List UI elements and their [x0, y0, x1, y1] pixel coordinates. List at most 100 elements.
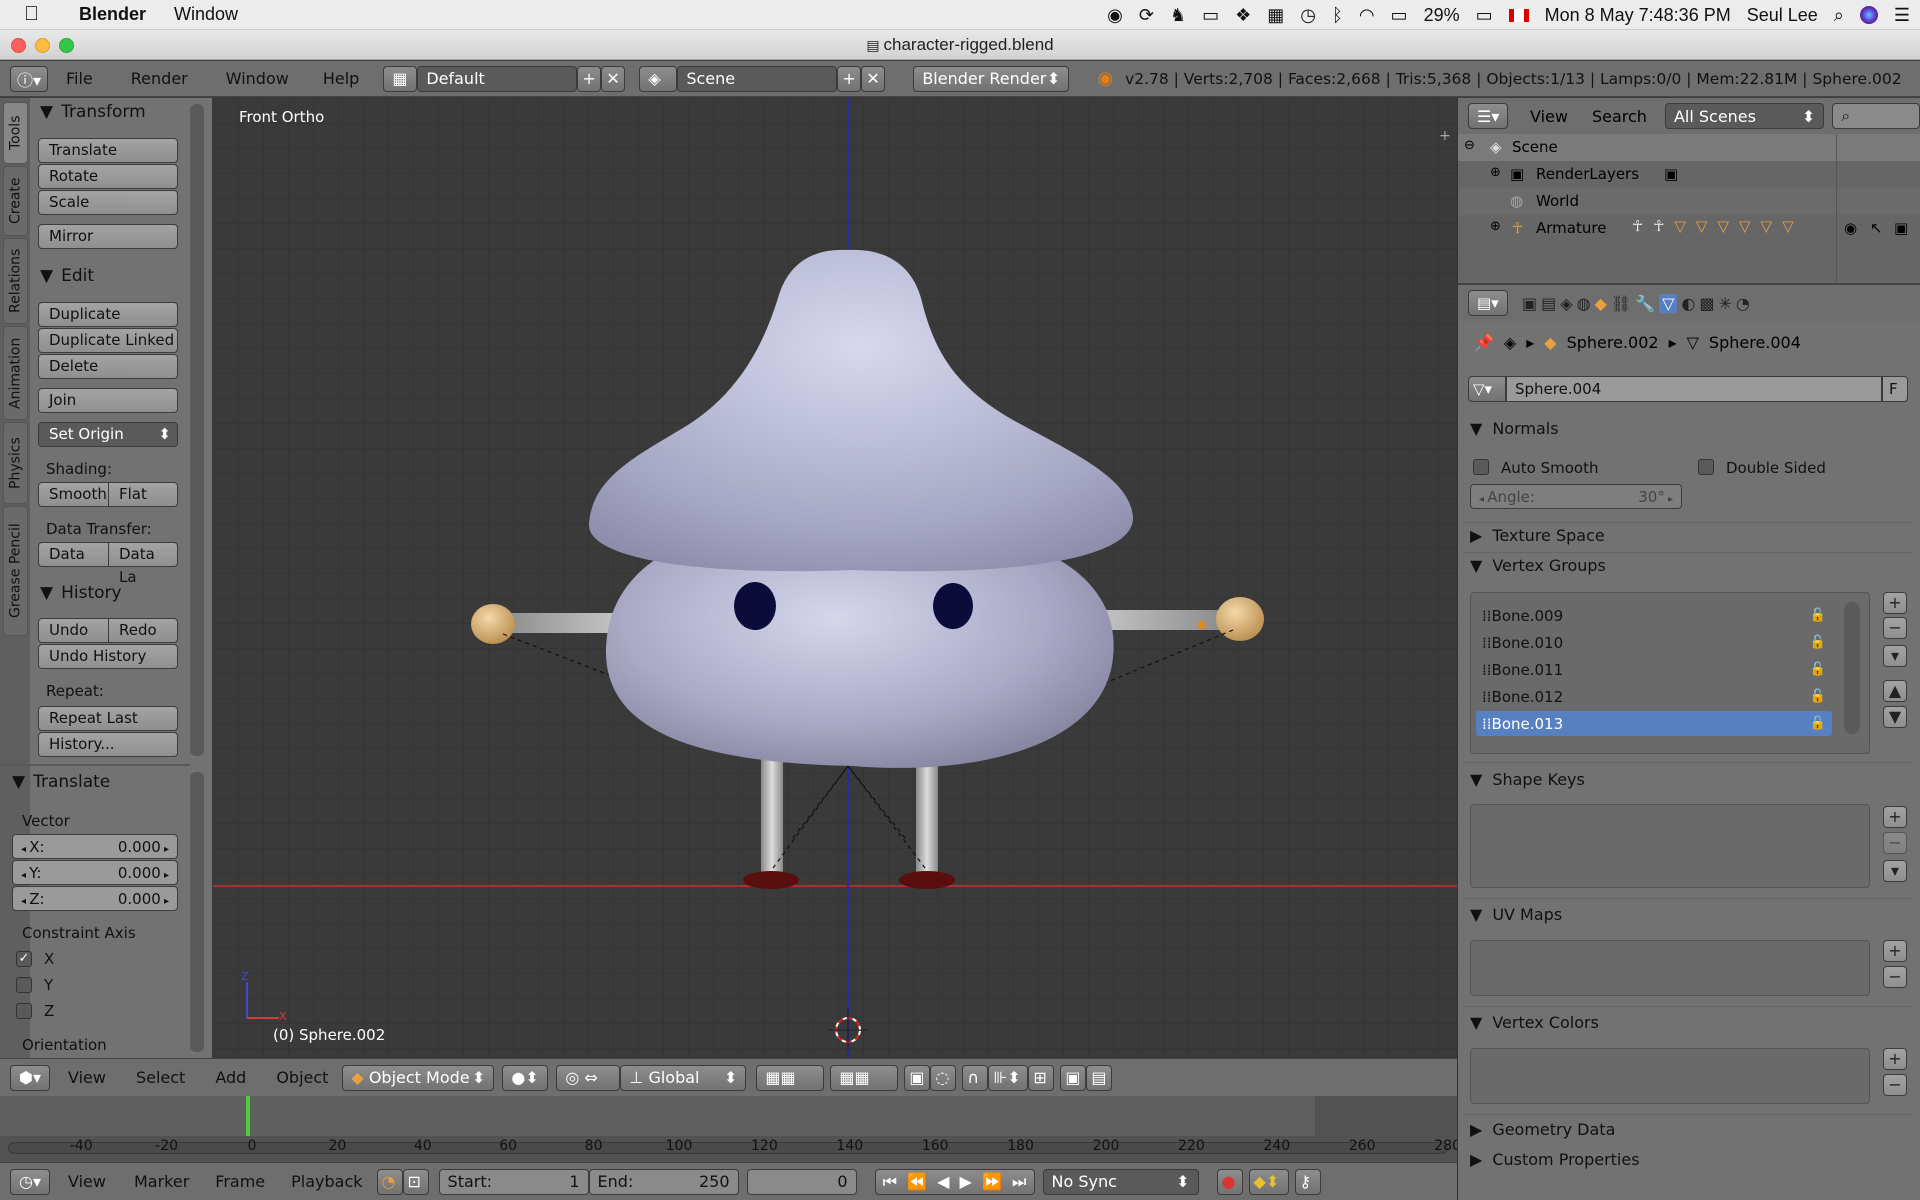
tab-physics[interactable]: Physics — [3, 422, 28, 504]
outliner-row-world[interactable]: ◍ World — [1458, 188, 1920, 215]
tl-menu-frame[interactable]: Frame — [215, 1172, 265, 1191]
fake-user-button[interactable]: F — [1882, 376, 1908, 402]
proportional-icon[interactable]: ◌ — [930, 1064, 957, 1091]
clock-icon[interactable]: ◔ — [376, 1168, 403, 1195]
move-up-button[interactable]: ▲ — [1883, 680, 1907, 702]
lock-icon[interactable]: ⊡ — [402, 1168, 429, 1195]
snap-target-icon[interactable]: ⊞ — [1028, 1064, 1055, 1091]
tl-menu-playback[interactable]: Playback — [291, 1172, 362, 1191]
timeline-scrollbar[interactable] — [8, 1142, 1448, 1154]
outliner-search-field[interactable]: ⌕ — [1832, 103, 1920, 129]
outliner-row-armature[interactable]: ⊕ ☥ Armature ☥☥▽▽▽▽▽▽ ◉ ↖ ▣ — [1458, 215, 1920, 242]
undo-button[interactable]: Undo — [38, 618, 110, 643]
mesh-datablock-selector[interactable]: ▽▾ Sphere.004 F — [1468, 376, 1908, 402]
outliner-row-renderlayers[interactable]: ⊕ ▣ RenderLayers ▣ — [1458, 161, 1920, 188]
vertex-group-row[interactable]: ⁞⁞ Bone.012 🔓 — [1476, 684, 1832, 709]
lock-icon[interactable]: 🔓 — [1810, 689, 1826, 704]
snap-icon[interactable]: ∩ — [962, 1064, 989, 1091]
duplicate-linked-button[interactable]: Duplicate Linked — [38, 328, 178, 353]
data-button[interactable]: Data — [38, 542, 110, 567]
menu-window[interactable]: Window — [226, 69, 289, 88]
history-panel-header[interactable]: ▼ History — [40, 583, 122, 603]
tl-menu-view[interactable]: View — [68, 1172, 106, 1191]
vertex-colors-panel-header[interactable]: ▼ Vertex Colors — [1470, 1013, 1599, 1032]
tab-relations[interactable]: Relations — [3, 238, 28, 324]
normals-panel-header[interactable]: ▼ Normals — [1470, 419, 1559, 438]
rotate-button[interactable]: Rotate — [38, 164, 178, 189]
undo-history-button[interactable]: Undo History — [38, 644, 178, 669]
particles-tab-icon[interactable]: ✳ — [1718, 294, 1731, 313]
vector-x-field[interactable]: ◂ X: 0.000 ▸ — [12, 834, 178, 859]
tab-grease-pencil[interactable]: Grease Pencil — [3, 506, 28, 636]
uv-maps-panel-header[interactable]: ▼ UV Maps — [1470, 905, 1562, 924]
bluetooth-icon[interactable]: ᛒ — [1332, 5, 1343, 26]
tab-animation[interactable]: Animation — [3, 326, 28, 420]
shape-keys-panel-header[interactable]: ▼ Shape Keys — [1470, 770, 1585, 789]
jump-end-icon[interactable]: ⏭ — [1012, 1172, 1026, 1192]
pin-icon[interactable]: 📌 — [1474, 333, 1494, 352]
remove-scene-button[interactable]: ✕ — [861, 65, 886, 92]
spotlight-icon[interactable]: ⌕ — [1834, 5, 1844, 26]
duplicate-button[interactable]: Duplicate — [38, 302, 178, 327]
minimize-window-button[interactable] — [35, 38, 50, 53]
screen-icon[interactable]: ▭ — [1202, 5, 1219, 26]
remove-vertex-group-button[interactable]: − — [1883, 617, 1907, 639]
menu-add[interactable]: Add — [215, 1068, 246, 1087]
jump-start-icon[interactable]: ⏮ — [883, 1172, 897, 1192]
outliner-filter-dropdown[interactable]: All Scenes ⬍ — [1664, 103, 1825, 129]
smooth-button[interactable]: Smooth — [38, 482, 110, 507]
scene-selector-icon[interactable]: ◈ — [639, 65, 678, 92]
sync-dropdown[interactable]: No Sync ⬍ — [1042, 1168, 1199, 1195]
add-uv-map-button[interactable]: + — [1883, 940, 1907, 962]
redo-button[interactable]: Redo — [108, 618, 178, 643]
vertex-groups-scrollbar[interactable] — [1844, 602, 1860, 734]
render-anim-icon[interactable]: ▤ — [1086, 1064, 1113, 1091]
pivot-manipulator-icon[interactable]: ◎ ⇔ — [556, 1064, 621, 1091]
constraint-z-checkbox[interactable] — [16, 1003, 32, 1019]
scale-button[interactable]: Scale — [38, 190, 178, 215]
vertex-group-specials-icon[interactable]: ▾ — [1883, 645, 1907, 667]
apple-icon[interactable]:  — [24, 3, 39, 26]
render-camera-icon[interactable]: ▣ — [1060, 1064, 1087, 1091]
editor-type-outliner-icon[interactable]: ☰▾ — [1468, 103, 1508, 129]
start-frame-field[interactable]: Start: 1 — [438, 1168, 589, 1195]
siri-icon[interactable] — [1859, 6, 1878, 24]
vertex-group-row[interactable]: ⁞⁞ Bone.011 🔓 — [1476, 657, 1832, 682]
constraint-y-checkbox[interactable] — [16, 977, 32, 993]
join-button[interactable]: Join — [38, 388, 178, 413]
window-menu[interactable]: Window — [174, 4, 238, 25]
layers-1-icon[interactable]: ▦▦ — [756, 1064, 825, 1091]
prev-key-icon[interactable]: ⏪ — [907, 1172, 927, 1191]
vector-z-field[interactable]: ◂ Z: 0.000 ▸ — [12, 886, 178, 911]
expand-icon[interactable]: ⊕ — [1490, 219, 1501, 234]
vertex-groups-panel-header[interactable]: ▼ Vertex Groups — [1470, 556, 1606, 575]
object-tab-icon[interactable]: ◆ — [1595, 294, 1607, 313]
zoom-window-button[interactable] — [59, 38, 74, 53]
record-icon[interactable]: ● — [1216, 1168, 1243, 1195]
select-arrow-icon[interactable]: ↖ — [1870, 219, 1883, 237]
repeat-last-button[interactable]: Repeat Last — [38, 706, 178, 731]
set-origin-dropdown[interactable]: Set Origin ⬍ — [38, 422, 178, 447]
current-frame-field[interactable]: 0 — [746, 1168, 857, 1195]
playback-controls[interactable]: ⏮ ⏪ ◀ ▶ ⏩ ⏭ — [874, 1168, 1035, 1195]
tab-tools[interactable]: Tools — [3, 102, 28, 164]
scene-tab-icon[interactable]: ◈ — [1560, 294, 1572, 313]
outliner-menu-view[interactable]: View — [1530, 107, 1568, 126]
mode-dropdown[interactable]: ◆ Object Mode ⬍ — [342, 1064, 495, 1091]
menu-render[interactable]: Render — [131, 69, 188, 88]
character-model[interactable] — [213, 98, 1457, 1058]
lock-camera-icon[interactable]: ▣ — [904, 1064, 931, 1091]
cat-icon[interactable]: ♞ — [1170, 5, 1186, 26]
battery-percent[interactable]: 29% — [1424, 5, 1460, 26]
render-camera-icon[interactable]: ▣ — [1894, 219, 1908, 237]
3d-viewport[interactable]: Front Ortho + Z X (0) Sphere.002 — [213, 98, 1457, 1058]
constraints-tab-icon[interactable]: ⛓ — [1611, 294, 1631, 313]
play-icon[interactable]: ▶ — [960, 1172, 972, 1191]
outliner-row-scene[interactable]: ⊖ ◈ Scene — [1458, 134, 1920, 161]
menu-object[interactable]: Object — [276, 1068, 328, 1087]
remove-vertex-color-button[interactable]: − — [1883, 1074, 1907, 1096]
shading-dropdown-icon[interactable]: ●⬍ — [502, 1064, 549, 1091]
move-down-button[interactable]: ▼ — [1883, 706, 1907, 728]
vertex-group-row[interactable]: ⁞⁞ Bone.009 🔓 — [1476, 603, 1832, 628]
armature-children-icons[interactable]: ☥☥▽▽▽▽▽▽ — [1632, 217, 1804, 235]
